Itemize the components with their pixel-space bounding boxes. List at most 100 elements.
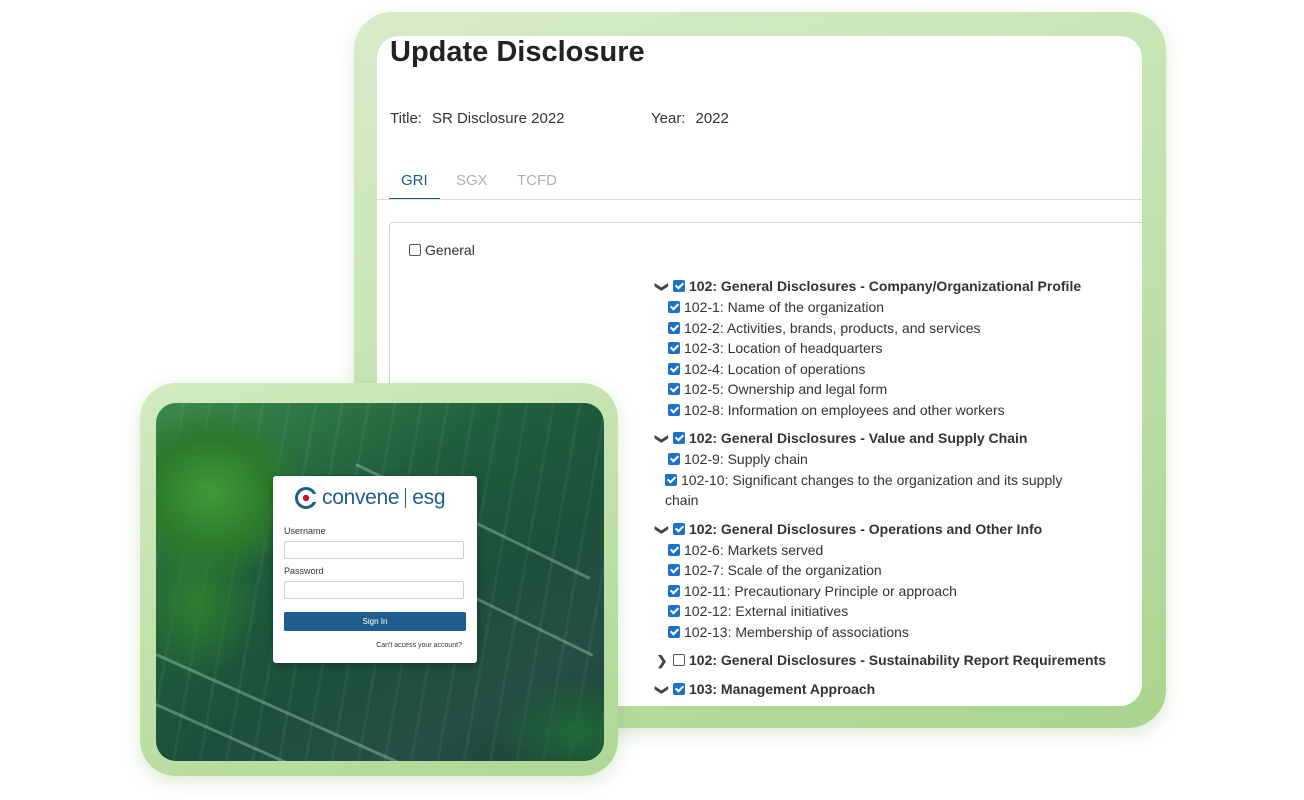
sign-in-button[interactable]: Sign In [284,612,466,631]
item-checkbox[interactable] [668,625,680,638]
item-checkbox[interactable] [668,403,680,416]
password-input[interactable] [284,581,464,599]
item-text: Significant changes to the organization … [665,471,1063,509]
general-option[interactable]: General [409,242,475,258]
item-code: 102-10 [681,471,725,488]
item-checkbox[interactable] [668,383,680,395]
group-checkbox[interactable] [673,654,685,666]
item-code: 102-8 [684,401,720,418]
chevron-down-icon[interactable]: ❯ [652,523,672,537]
item-text: Location of headquarters [727,340,883,356]
item-checkbox[interactable] [668,543,680,556]
logo-separator [405,488,407,508]
title-label: Title: [390,110,422,127]
item-text: Supply chain [727,451,808,467]
username-input[interactable] [284,541,464,559]
item-code: 102-1 [684,299,720,315]
item-text: Ownership and legal form [727,381,888,397]
logo-text-convene: convene [322,486,400,509]
item-code: 102-7 [684,562,720,578]
item-code: 102-13 [684,623,728,640]
item-code: 102-9 [684,451,720,467]
list-item[interactable]: 102-7: Scale of the organization [655,560,1135,581]
group-label: 102: General Disclosures - Sustainabilit… [689,652,1107,668]
item-code: 102-11 [684,582,727,599]
chevron-down-icon[interactable]: ❯ [652,280,672,294]
item-text: Markets served [727,541,824,558]
chevron-down-icon[interactable]: ❯ [652,683,672,697]
group-checkbox[interactable] [673,683,685,695]
tree-group: ❯ 102: General Disclosures - Operations a… [655,519,1135,643]
group-checkbox[interactable] [673,280,685,292]
list-item[interactable]: 102-8: Information on employees and othe… [655,400,1135,421]
chevron-right-icon[interactable]: ❯ [655,651,669,671]
tab-gri[interactable]: GRI [389,162,440,200]
tree-group: ❯ 102: General Disclosures - Company/Orga… [655,276,1135,420]
item-checkbox[interactable] [665,473,677,486]
year-meta: Year: 2022 [651,110,729,127]
item-code: 102-12 [684,603,728,619]
group-label: 102: General Disclosures - Company/Organ… [689,278,1082,294]
item-checkbox[interactable] [668,453,680,465]
list-item[interactable]: 102-2: Activities, brands, products, and… [655,318,1135,339]
building-beam [156,653,486,761]
item-checkbox[interactable] [668,321,680,334]
item-checkbox[interactable] [668,301,680,313]
title-meta: Title: SR Disclosure 2022 [390,110,565,127]
list-item[interactable]: 102-6: Markets served [655,540,1135,561]
item-text: Name of the organization [727,299,885,315]
group-header[interactable]: ❯ 103: Management Approach [655,679,1135,700]
list-item[interactable]: 102-13: Membership of associations [655,622,1135,643]
item-code: 102-5 [684,381,720,397]
item-checkbox[interactable] [668,342,680,354]
list-item[interactable]: 102-1: Name of the organization [655,297,1135,318]
item-code: 102-2 [684,319,720,336]
list-item[interactable]: 102-3: Location of headquarters [655,338,1135,359]
convene-logo-icon [295,487,317,509]
group-label: 102: General Disclosures - Operations an… [689,520,1043,537]
list-item[interactable]: 102-9: Supply chain [655,449,1135,470]
group-header[interactable]: ❯ 102: General Disclosures - Value and Su… [655,428,1135,449]
item-checkbox[interactable] [668,605,680,617]
group-label: 102: General Disclosures - Value and Sup… [689,430,1028,446]
list-item[interactable]: 102-5: Ownership and legal form [655,379,1135,400]
item-checkbox[interactable] [668,564,680,576]
general-label: General [425,242,475,258]
username-label: Username [284,526,326,536]
disclosure-tree: ❯ 102: General Disclosures - Company/Orga… [655,276,1135,706]
tree-group: ❯ 103: Management Approach [655,679,1135,700]
password-label: Password [284,566,324,576]
tab-tcfd[interactable]: TCFD [505,162,569,198]
logo-text-esg: esg [412,486,446,509]
general-checkbox[interactable] [409,244,421,256]
group-checkbox[interactable] [673,522,685,535]
item-text: External initiatives [735,603,849,619]
year-label: Year: [651,110,686,127]
item-text: Information on employees and other worke… [727,401,1005,418]
tab-sgx[interactable]: SGX [444,162,500,198]
item-checkbox[interactable] [668,584,680,597]
list-item[interactable]: 102-10: Significant changes to the organ… [655,470,1095,511]
item-code: 102-3 [684,340,720,356]
group-label: 103: Management Approach [689,681,876,697]
group-header[interactable]: ❯ 102: General Disclosures - Company/Orga… [655,276,1135,297]
item-checkbox[interactable] [668,362,680,375]
item-text: Scale of the organization [727,562,882,578]
tree-group: ❯ 102: General Disclosures - Sustainabili… [655,650,1135,671]
group-header[interactable]: ❯ 102: General Disclosures - Sustainabili… [655,650,1135,671]
item-text: Precautionary Principle or approach [734,582,957,599]
chevron-down-icon[interactable]: ❯ [652,432,672,446]
item-text: Membership of associations [735,623,909,640]
list-item[interactable]: 102-4: Location of operations [655,359,1135,380]
tab-divider [377,199,1142,200]
list-item[interactable]: 102-12: External initiatives [655,601,1135,622]
convene-esg-logo: convene esg [295,485,446,511]
item-text: Activities, brands, products, and servic… [726,319,981,336]
item-code: 102-4 [684,360,720,377]
title-value: SR Disclosure 2022 [431,110,565,127]
login-card: convene esg Username Password Sign In Ca… [273,476,477,663]
list-item[interactable]: 102-11: Precautionary Principle or appro… [655,581,1135,602]
forgot-account-link[interactable]: Can't access your account? [376,642,462,649]
group-header[interactable]: ❯ 102: General Disclosures - Operations a… [655,519,1135,540]
group-checkbox[interactable] [673,432,685,444]
